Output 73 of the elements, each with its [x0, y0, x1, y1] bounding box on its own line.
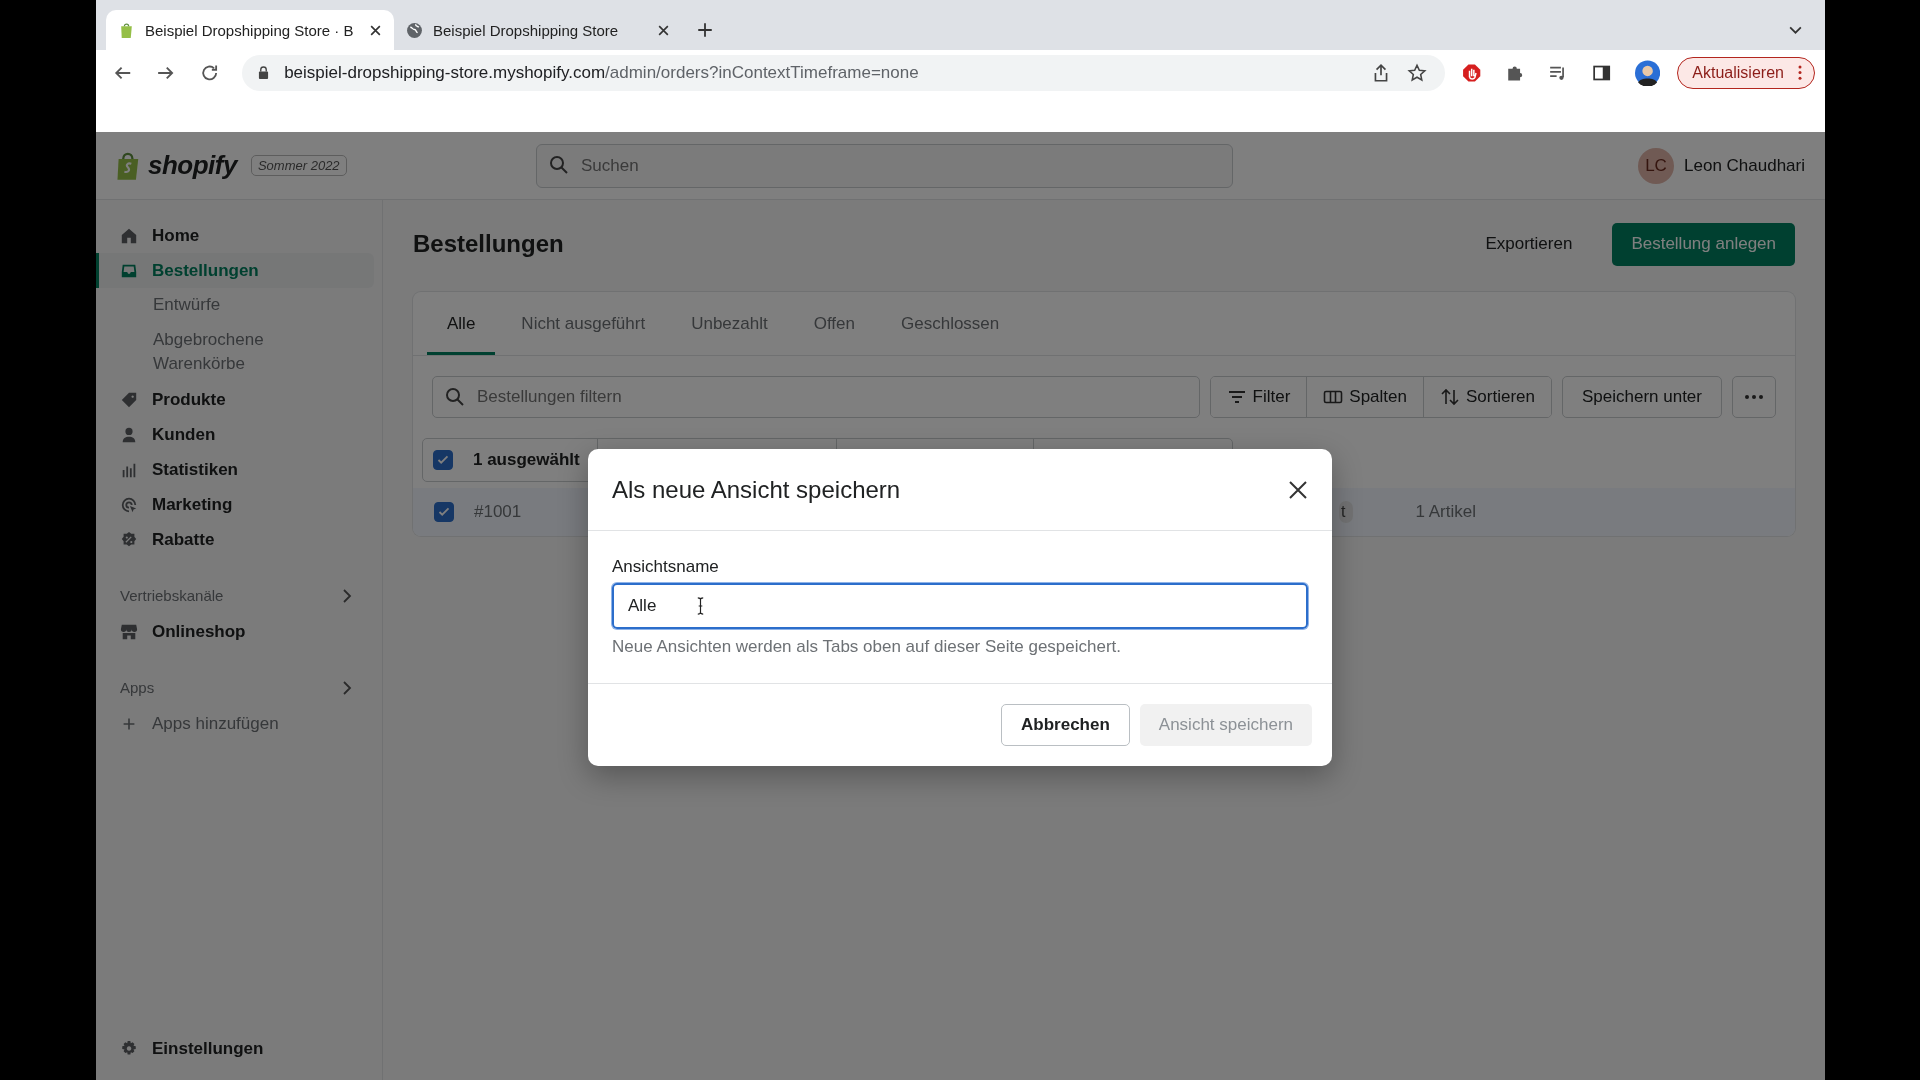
help-text: Neue Ansichten werden als Tabs oben auf dieser Seite gespeichert.	[612, 637, 1123, 657]
tab-title: Beispiel Dropshipping Store · B	[145, 21, 355, 39]
search-icon	[445, 387, 465, 407]
view-tab[interactable]: Alle	[427, 292, 496, 355]
close-icon[interactable]	[369, 23, 382, 37]
dialog-title: Als neue Ansicht speichern	[612, 475, 901, 504]
nav-item[interactable]: Rabatte	[96, 522, 374, 557]
edition-badge: Sommer 2022	[250, 155, 347, 176]
user-avatar[interactable]: LC	[1638, 147, 1674, 184]
sort-button[interactable]: Sortieren	[1423, 377, 1551, 417]
nav-item[interactable]: Onlineshop	[96, 614, 374, 649]
order-number: #1001	[474, 502, 523, 522]
view-tab[interactable]: Nicht ausgeführt	[501, 292, 666, 355]
create-order-button[interactable]: Bestellung anlegen	[1612, 222, 1795, 266]
storefront-icon	[120, 622, 138, 641]
nav-item[interactable]: Statistiken	[96, 452, 374, 487]
nav-item[interactable]: Produkte	[96, 382, 374, 417]
tab-title: Beispiel Dropshipping Store	[433, 21, 620, 39]
field-label: Ansichtsname	[612, 557, 720, 577]
view-name-field[interactable]: Alle	[612, 583, 1308, 629]
nav-subitem[interactable]: Entwürfe	[96, 288, 336, 323]
filter-field[interactable]: Bestellungen filtern	[432, 376, 1200, 418]
person-icon	[120, 425, 138, 444]
export-button[interactable]: Exportieren	[1479, 233, 1579, 255]
status-badge: t	[1339, 501, 1354, 523]
save-as-button[interactable]: Speichern unter	[1561, 376, 1722, 418]
view-tab[interactable]: Offen	[793, 292, 875, 355]
close-icon[interactable]	[657, 23, 670, 37]
cancel-button[interactable]: Abbrechen	[1001, 704, 1130, 746]
profile-avatar-icon[interactable]	[1635, 59, 1661, 86]
select-all-checkbox[interactable]	[433, 450, 453, 470]
star-icon[interactable]	[1406, 62, 1427, 83]
tag-icon	[120, 390, 138, 409]
plus-icon[interactable]	[696, 21, 714, 39]
add-apps-link[interactable]: Apps hinzufügen	[96, 706, 374, 741]
chevron-right-icon[interactable]	[342, 588, 352, 603]
search-icon	[549, 154, 569, 175]
selection-count: 1 ausgewählt	[472, 450, 581, 470]
nav-item[interactable]: Bestellungen	[96, 253, 374, 288]
address-bar[interactable]: beispiel-dropshipping-store.myshopify.com/admin/orders?inContextTimeframe=none	[242, 54, 1445, 91]
lock-icon	[258, 66, 270, 79]
close-icon[interactable]	[1288, 479, 1308, 500]
target-icon	[120, 495, 138, 514]
sort-arrows-icon	[1440, 387, 1460, 407]
page-title: Bestellungen	[413, 230, 564, 258]
more-horizontal-icon	[1744, 394, 1764, 400]
home-icon	[120, 226, 138, 245]
reload-icon[interactable]	[199, 62, 220, 83]
row-checkbox[interactable]	[434, 502, 454, 522]
hand-stop-icon[interactable]	[1461, 62, 1481, 83]
update-button[interactable]: Aktualisieren	[1677, 56, 1815, 89]
user-name[interactable]: Leon Chaudhari	[1684, 155, 1805, 176]
percent-badge-icon	[120, 530, 138, 549]
more-vertical-icon	[1797, 65, 1802, 80]
browser-tab[interactable]: Beispiel Dropshipping Store	[394, 10, 682, 50]
section-heading: Vertriebskanäle	[120, 587, 224, 604]
section-heading: Apps	[120, 679, 155, 696]
nav-item[interactable]: Marketing	[96, 487, 374, 522]
shopping-bag-icon	[118, 21, 135, 39]
browser-tab[interactable]: Beispiel Dropshipping Store · B	[106, 10, 394, 50]
settings-nav-item[interactable]: Einstellungen	[96, 1031, 374, 1066]
globe-icon	[406, 21, 423, 39]
view-tab[interactable]: Unbezahlt	[671, 292, 788, 355]
search-field[interactable]: Suchen	[536, 143, 1233, 188]
nav-subitem[interactable]: Abgebrochene Warenkörbe	[96, 323, 336, 382]
nav-item[interactable]: Kunden	[96, 417, 374, 452]
text-cursor-icon	[696, 596, 706, 616]
view-tab[interactable]: Geschlossen	[881, 292, 1020, 355]
items-count: 1 Artikel	[1415, 502, 1476, 522]
chevron-right-icon[interactable]	[342, 680, 352, 695]
url-text: beispiel-dropshipping-store.myshopify.com/admin/orders?inContextTimeframe=none	[284, 62, 919, 83]
nav-item[interactable]: Home	[96, 218, 374, 253]
logo-text: shopify	[148, 150, 237, 181]
